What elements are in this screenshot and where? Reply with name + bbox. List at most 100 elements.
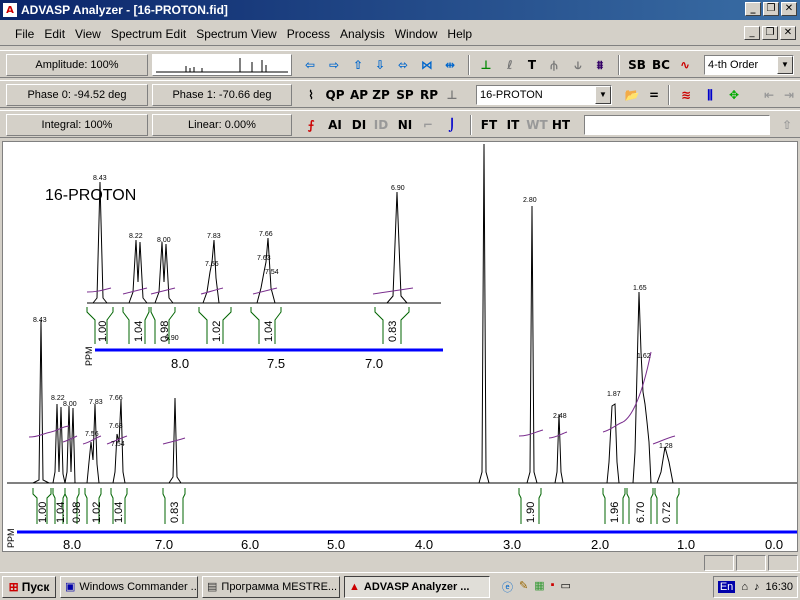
phase1-display[interactable]: Phase 1: -70.66 deg bbox=[152, 84, 292, 106]
menu-edit[interactable]: Edit bbox=[39, 27, 70, 41]
integral-display[interactable]: Integral: 100% bbox=[6, 114, 148, 136]
full-spectrum-icon[interactable]: ⇹ bbox=[440, 55, 460, 75]
peak-label: 7.56 bbox=[205, 261, 219, 268]
edit-icon[interactable]: ✎ bbox=[519, 579, 528, 595]
menu-view[interactable]: View bbox=[70, 27, 106, 41]
stack-plot-icon[interactable]: ⩩ bbox=[590, 55, 610, 75]
integral-reset-icon[interactable]: ⌡ bbox=[442, 115, 462, 135]
phase-icon[interactable]: ⌇ bbox=[300, 85, 322, 105]
mdi-minimize-button[interactable]: _ bbox=[744, 26, 760, 40]
compress-horizontal-icon[interactable]: ⋈ bbox=[416, 55, 438, 75]
menu-analysis[interactable]: Analysis bbox=[335, 27, 390, 41]
integral-value: 1.96 bbox=[609, 502, 621, 523]
peak-list-icon[interactable]: ℓ bbox=[500, 55, 520, 75]
mdi-close-button[interactable]: ✕ bbox=[780, 26, 796, 40]
baseline-order-select[interactable]: 4-th Order ▼ bbox=[704, 55, 794, 75]
close-button[interactable]: ✕ bbox=[781, 2, 797, 16]
arrow-up-icon[interactable]: ⇧ bbox=[348, 55, 368, 75]
ap-button[interactable]: AP bbox=[348, 85, 370, 105]
text-tool-button[interactable]: T bbox=[522, 55, 542, 75]
integral-value: 1.90 bbox=[525, 502, 537, 523]
command-input[interactable] bbox=[584, 115, 770, 135]
arrow-down-icon[interactable]: ⇩ bbox=[370, 55, 390, 75]
di-button[interactable]: DI bbox=[348, 115, 370, 135]
menu-file[interactable]: File bbox=[10, 27, 39, 41]
taskbar-item-mestre[interactable]: ▤ Программа MESTRE... bbox=[202, 575, 340, 598]
integral-value: 1.00 bbox=[37, 502, 49, 523]
peak-label: 7.83 bbox=[207, 233, 221, 240]
mdi-restore-button[interactable]: ❐ bbox=[762, 26, 778, 40]
ft-button[interactable]: FT bbox=[478, 115, 500, 135]
system-tray: En ⌂ ♪ 16:30 bbox=[712, 576, 798, 598]
inset-ppm-ticks: 8.0 7.5 7.0 bbox=[171, 356, 383, 371]
up-arrow-icon[interactable]: ⇧ bbox=[778, 115, 796, 135]
chevron-down-icon[interactable]: ▼ bbox=[595, 86, 611, 104]
ppm-tick: 6.0 bbox=[241, 537, 259, 551]
language-indicator[interactable]: En bbox=[717, 581, 736, 593]
expand-horizontal-icon[interactable]: ⬄ bbox=[392, 55, 414, 75]
it-button[interactable]: IT bbox=[502, 115, 524, 135]
equals-icon[interactable]: = bbox=[644, 85, 664, 105]
crosshair-icon[interactable]: ✥ bbox=[724, 85, 744, 105]
spectrum-plot[interactable]: 16-PROTON 8.43 8.22 8.00 7.83 7.66 7.63 … bbox=[3, 142, 797, 552]
restore-button[interactable]: ❐ bbox=[763, 2, 779, 16]
rp-button[interactable]: RP bbox=[418, 85, 440, 105]
spectrum-select[interactable]: 16-PROTON ▼ bbox=[476, 85, 612, 105]
qp-button[interactable]: QP bbox=[324, 85, 346, 105]
taskbar-item-advasp[interactable]: ▲ ADVASP Analyzer ... bbox=[344, 575, 490, 598]
bc-button[interactable]: BC bbox=[650, 55, 672, 75]
forward-arrow-icon[interactable]: ⇥ bbox=[780, 85, 798, 105]
toolbar-row-3: Integral: 100% Linear: 0.00% ⨍ AI DI ID … bbox=[0, 110, 800, 138]
ht-button[interactable]: HT bbox=[550, 115, 572, 135]
id-button[interactable]: ID bbox=[370, 115, 392, 135]
folder-open-icon[interactable]: 📂 bbox=[622, 85, 642, 105]
menu-spectrum-view[interactable]: Spectrum View bbox=[191, 27, 281, 41]
overlay-icon[interactable]: ≋ bbox=[676, 85, 696, 105]
ai-button[interactable]: AI bbox=[324, 115, 346, 135]
photo-icon[interactable]: ▦ bbox=[534, 579, 544, 595]
sp-button[interactable]: SP bbox=[394, 85, 416, 105]
integral-value: 1.04 bbox=[133, 321, 145, 342]
ni-button[interactable]: NI bbox=[394, 115, 416, 135]
menu-process[interactable]: Process bbox=[282, 27, 335, 41]
integral-value: 1.04 bbox=[55, 502, 67, 523]
browser-icon[interactable]: ⓔ bbox=[502, 579, 513, 595]
sb-button[interactable]: SB bbox=[626, 55, 648, 75]
phase0-display[interactable]: Phase 0: -94.52 deg bbox=[6, 84, 148, 106]
spectrum-select-value: 16-PROTON bbox=[480, 89, 543, 101]
spectrum-canvas[interactable]: 16-PROTON 8.43 8.22 8.00 7.83 7.66 7.63 … bbox=[2, 141, 798, 552]
inset-expansion[interactable]: 8.43 8.22 8.00 7.83 7.66 7.63 7.56 7.54 … bbox=[84, 175, 443, 371]
linear-display[interactable]: Linear: 0.00% bbox=[152, 114, 292, 136]
menu-window[interactable]: Window bbox=[390, 27, 443, 41]
coupling-icon[interactable]: ⫝ bbox=[568, 55, 588, 75]
back-arrow-icon[interactable]: ⇤ bbox=[760, 85, 778, 105]
bars-icon[interactable]: ⫼ bbox=[700, 85, 720, 105]
amplitude-display[interactable]: Amplitude: 100% bbox=[6, 54, 148, 76]
menu-help[interactable]: Help bbox=[442, 27, 477, 41]
peak-label: 8.43 bbox=[93, 175, 107, 182]
arrow-right-icon[interactable]: ⇨ bbox=[324, 55, 344, 75]
network-icon[interactable]: ⌂ bbox=[741, 581, 748, 593]
app-icon: A bbox=[3, 3, 17, 17]
multiplet-icon[interactable]: ⫛ bbox=[544, 55, 564, 75]
wt-button[interactable]: WT bbox=[526, 115, 548, 135]
chevron-down-icon[interactable]: ▼ bbox=[777, 56, 793, 74]
ppm-tick-labels: 8.0 7.0 6.0 5.0 4.0 3.0 2.0 1.0 0.0 bbox=[63, 537, 783, 552]
pivot-icon[interactable]: ⊥ bbox=[442, 85, 462, 105]
arrow-left-icon[interactable]: ⇦ bbox=[300, 55, 320, 75]
start-button[interactable]: ⊞ Пуск bbox=[2, 575, 56, 598]
desktop-icon[interactable]: ▭ bbox=[561, 579, 571, 595]
peak-pick-icon[interactable]: ⊥ bbox=[476, 55, 496, 75]
zp-button[interactable]: ZP bbox=[370, 85, 392, 105]
save-icon[interactable]: ▪ bbox=[551, 579, 555, 595]
baseline-curve-icon[interactable]: ∿ bbox=[674, 55, 696, 75]
menu-spectrum-edit[interactable]: Spectrum Edit bbox=[106, 27, 191, 41]
minimize-button[interactable]: _ bbox=[745, 2, 761, 16]
ppm-tick: 7.0 bbox=[365, 356, 383, 371]
integral-value: 0.83 bbox=[169, 502, 181, 523]
integral-step-icon[interactable]: ⌐ bbox=[418, 115, 438, 135]
spectrum-thumbnail[interactable] bbox=[152, 54, 292, 76]
volume-icon[interactable]: ♪ bbox=[754, 581, 760, 593]
taskbar-item-windows-commander[interactable]: ▣ Windows Commander ... bbox=[60, 575, 198, 598]
integral-curve-icon[interactable]: ⨍ bbox=[300, 115, 322, 135]
